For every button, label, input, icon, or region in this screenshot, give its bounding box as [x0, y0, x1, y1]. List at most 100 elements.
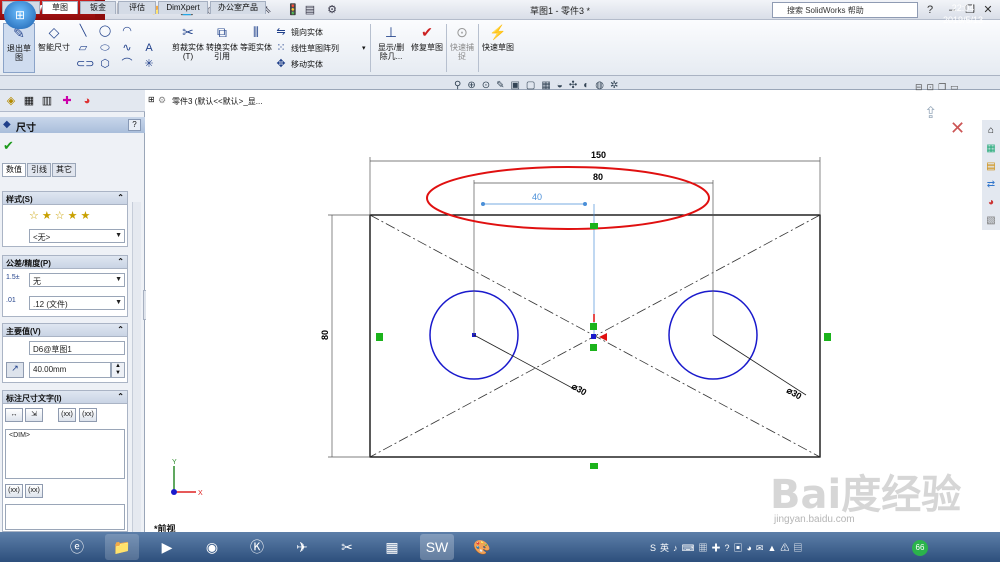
xx-button-right[interactable]: (xx) [25, 484, 43, 498]
subtab-value[interactable]: 数值 [2, 163, 26, 177]
diameter-right-text[interactable]: ⌀30 [785, 385, 803, 401]
dimxpert-icon[interactable]: ✚ [60, 94, 74, 108]
linear-pattern-button[interactable]: 线性草图阵列 [291, 43, 339, 54]
k-app-icon[interactable]: Ⓚ [240, 534, 274, 560]
quick-snaps-button[interactable]: ⊙ 快速捕捉 [448, 23, 476, 73]
paint-app-icon[interactable]: 🎨 [465, 534, 499, 560]
dropdown-arrow-icon[interactable]: ▾ [362, 44, 366, 52]
tab-sketch[interactable]: 草图 [42, 1, 78, 14]
dimension-text-area[interactable]: <DIM> [5, 429, 125, 479]
dim-left-80-text[interactable]: 80 [320, 330, 330, 340]
style-select[interactable]: <无> ▼ [29, 229, 125, 243]
media-player-icon[interactable]: ▶ [150, 534, 184, 560]
dim-40-text[interactable]: 40 [532, 192, 542, 202]
horizontal-relation-icon[interactable] [590, 463, 598, 469]
tab-dimxpert[interactable]: DimXpert [158, 1, 208, 14]
style-group-header[interactable]: 样式(S) ⌃ [3, 192, 127, 205]
linear-pattern-icon[interactable]: ⁙ [274, 41, 288, 55]
origin-point[interactable] [591, 334, 596, 339]
custom-properties-icon[interactable]: ▧ [984, 214, 998, 228]
bird-app-icon[interactable]: ✈ [285, 534, 319, 560]
vertical-relation-icon[interactable] [824, 333, 831, 341]
trim-entities-button[interactable]: ✂ 剪裁实体(T) [172, 23, 204, 73]
line-icon[interactable]: ╲ [76, 24, 90, 38]
brackets-button[interactable]: (xx) [79, 408, 97, 422]
rapid-sketch-button[interactable]: ⚡ 快速草图 [482, 23, 514, 73]
tolerance-select[interactable]: 无 ▼ [29, 273, 125, 287]
screenshot-tool-icon[interactable]: ✂ [330, 534, 364, 560]
move-entities-button[interactable]: 移动实体 [291, 59, 323, 70]
clock-date[interactable]: 2019/5/13 [928, 15, 998, 25]
ellipse-icon[interactable]: ⬭ [98, 41, 112, 55]
dimension-value-field[interactable]: 40.00mm [29, 362, 111, 378]
polygon-icon[interactable]: ⬡ [98, 57, 112, 71]
options-icon[interactable]: ⚙ [323, 3, 341, 17]
system-tray-icons[interactable]: S英♪⌨▦✚?▣◕✉▲⚠▤ [650, 541, 806, 554]
library-icon[interactable]: ▦ [984, 142, 998, 156]
tolerance-group-header[interactable]: 公差/精度(P) ⌃ [3, 256, 127, 269]
file-explorer-icon[interactable]: 📁 [105, 534, 139, 560]
tray-badge[interactable]: 66 [912, 540, 928, 556]
exit-sketch-button[interactable]: ✎ 退出草图 [3, 23, 35, 73]
move-icon[interactable]: ✥ [274, 57, 288, 71]
dimension-name-field[interactable]: D6@草图1 [29, 341, 125, 355]
text-arrow-icon[interactable]: ⇲ [25, 408, 43, 422]
primary-value-header[interactable]: 主要值(V) ⌃ [3, 324, 127, 337]
dim-arrow-handle[interactable] [583, 202, 587, 206]
mirror-icon[interactable]: ⇋ [274, 25, 288, 39]
dimension-text-area-below[interactable] [5, 504, 125, 530]
subtab-other[interactable]: 其它 [52, 163, 76, 177]
midpoint-relation-icon[interactable] [590, 344, 597, 351]
subtab-leaders[interactable]: 引线 [27, 163, 51, 177]
help-icon[interactable]: ? [128, 119, 141, 131]
start-button-icon[interactable]: ⊞ [4, 1, 36, 29]
diameter-left-text[interactable]: ⌀30 [570, 381, 588, 397]
clock-time[interactable]: 22:04 [928, 3, 998, 13]
arc-icon[interactable]: ◠ [120, 24, 134, 38]
ok-check-icon[interactable]: ✔ [3, 138, 14, 154]
reverse-direction-icon[interactable]: ↗ [6, 362, 24, 378]
calculator-icon[interactable]: ▦ [375, 534, 409, 560]
mirror-entities-button[interactable]: 镜向实体 [291, 27, 323, 38]
text-align-icon[interactable]: ↔ [5, 408, 23, 422]
file-properties-icon[interactable]: ▤ [301, 3, 319, 17]
fillet-icon[interactable]: ⌒ [120, 57, 134, 71]
folder-icon[interactable]: ▤ [984, 160, 998, 174]
style-favorites-icons[interactable]: ☆★☆★★ [29, 209, 93, 222]
rectangle-icon[interactable]: ▱ [76, 41, 90, 55]
text-icon[interactable]: A [142, 41, 156, 55]
convert-entities-button[interactable]: ⧉ 转换实体引用 [206, 23, 238, 73]
dim-80-text[interactable]: 80 [593, 172, 603, 182]
xx-button-left[interactable]: (xx) [5, 484, 23, 498]
dim-150-text[interactable]: 150 [591, 150, 606, 160]
vertical-relation-icon[interactable] [376, 333, 383, 341]
rebuild-icon[interactable]: 🚦 [284, 3, 302, 17]
offset-entities-button[interactable]: ⫴ 等距实体 [240, 23, 272, 73]
help-search-input[interactable]: 搜索 SolidWorks 帮助 [772, 2, 918, 18]
display-manager-icon[interactable]: ◕ [80, 94, 94, 108]
slot-icon[interactable]: ⊂⊃ [76, 57, 94, 71]
dim-arrow-handle[interactable] [481, 202, 485, 206]
solidworks-taskbar-icon[interactable]: SW [420, 534, 454, 560]
precision-select[interactable]: .12 (文件) ▼ [29, 296, 125, 310]
tab-evaluate[interactable]: 评估 [118, 1, 156, 14]
dimension-text-header[interactable]: 标注尺寸文字(I) ⌃ [3, 391, 127, 404]
value-spinner[interactable]: ▲ ▼ [111, 362, 125, 378]
explorer-icon[interactable]: ⇄ [984, 178, 998, 192]
tab-office-products[interactable]: 办公室产品 [210, 1, 266, 14]
parentheses-button[interactable]: (xx) [58, 408, 76, 422]
point-icon[interactable]: ✳ [142, 57, 156, 71]
spline-icon[interactable]: ∿ [120, 41, 134, 55]
tab-sheet-metal[interactable]: 钣金 [80, 1, 116, 14]
home-icon[interactable]: ⌂ [984, 124, 998, 138]
panel-scrollbar[interactable] [132, 202, 141, 532]
midpoint-relation-icon[interactable] [590, 323, 597, 330]
circle-icon[interactable]: ◯ [98, 24, 112, 38]
smart-dimension-button[interactable]: ◇ 智能尺寸 [38, 23, 70, 73]
browser-app-icon[interactable]: ◉ [195, 534, 229, 560]
configuration-icon[interactable]: ▥ [40, 94, 54, 108]
property-manager-icon[interactable]: ▦ [22, 94, 36, 108]
show-delete-relations-button[interactable]: ⊥ 显示/删除几... [374, 23, 408, 73]
horizontal-relation-icon[interactable] [590, 223, 598, 229]
feature-tree-icon[interactable]: ◈ [4, 94, 18, 108]
